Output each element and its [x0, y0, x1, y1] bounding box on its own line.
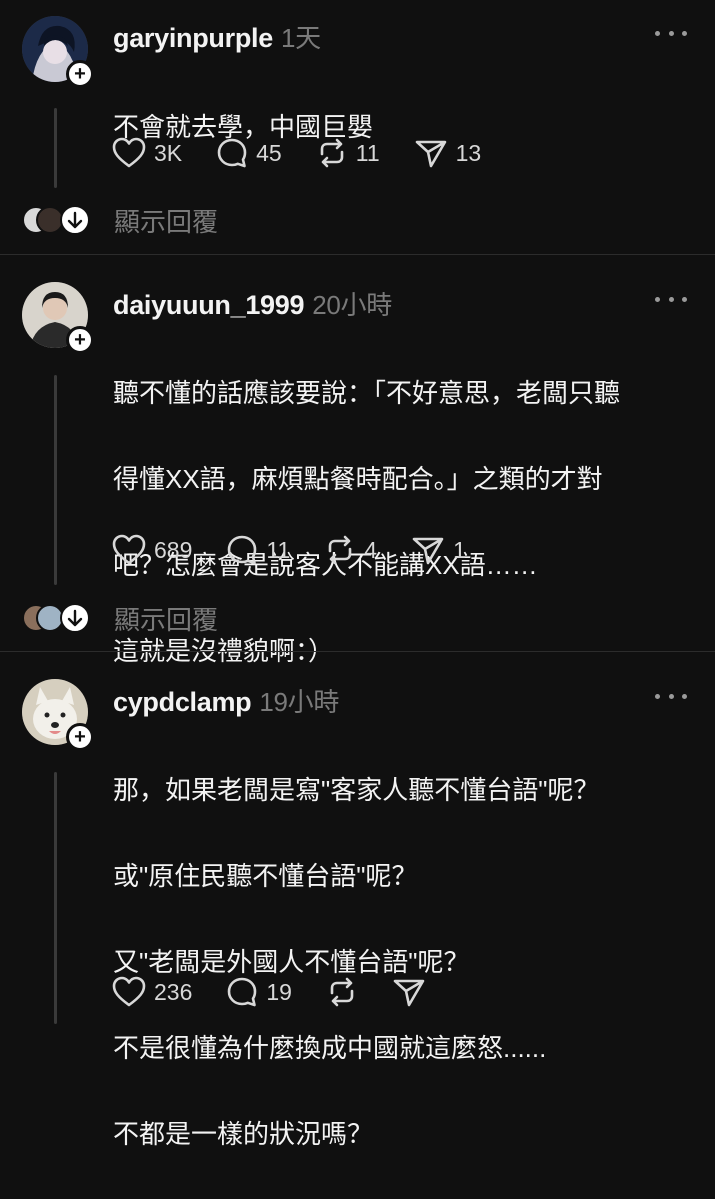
- comment-icon: [228, 535, 257, 565]
- like-count: 689: [154, 536, 193, 563]
- more-dots-icon[interactable]: [655, 294, 687, 304]
- follow-plus-icon[interactable]: +: [66, 60, 94, 88]
- post-time: 20小時: [312, 290, 392, 320]
- send-icon: [412, 537, 444, 565]
- comment-count: 11: [266, 536, 291, 563]
- repost-icon: [320, 138, 344, 168]
- show-replies-row[interactable]: 顯示回覆: [22, 203, 218, 237]
- like-count: 236: [154, 978, 193, 1005]
- show-replies-row[interactable]: 顯示回覆: [22, 601, 218, 635]
- heart-icon: [112, 976, 146, 1007]
- show-replies-link[interactable]: 顯示回覆: [114, 202, 218, 239]
- username[interactable]: garyinpurple 1天: [113, 18, 321, 55]
- comment-button[interactable]: 11: [226, 534, 290, 566]
- follow-plus-icon[interactable]: +: [66, 326, 94, 354]
- like-button[interactable]: 236: [112, 976, 192, 1008]
- text-line: 得懂XX語，麻煩點餐時配合。」之類的才對: [113, 464, 603, 494]
- follow-plus-icon[interactable]: +: [66, 723, 94, 751]
- comment-count: 45: [256, 139, 282, 166]
- send-icon: [415, 140, 446, 168]
- share-count: 1: [453, 536, 466, 563]
- heart-icon: [112, 137, 146, 168]
- post-garyinpurple: + garyinpurple1天 不會就去學，中國巨嬰 3K 45 11 13: [0, 0, 715, 254]
- more-dots-icon[interactable]: [655, 28, 687, 38]
- comment-count: 19: [266, 978, 292, 1005]
- arrow-down-icon: [60, 205, 90, 235]
- heart-icon: [112, 534, 146, 565]
- username[interactable]: daiyuuun_1999 20小時: [113, 285, 392, 322]
- more-dots-icon[interactable]: [655, 691, 687, 701]
- text-line: 那，如果老闆是寫"客家人聽不懂台語"呢？: [113, 775, 600, 805]
- post-time: 19小時: [259, 687, 340, 717]
- thread-line: [54, 375, 57, 585]
- post-text: 不會就去學，中國巨嬰: [113, 63, 698, 192]
- like-button[interactable]: 3K: [112, 137, 182, 169]
- share-button[interactable]: [392, 976, 426, 1008]
- thread-line: [54, 108, 57, 188]
- reply-avatars: [22, 601, 92, 635]
- share-button[interactable]: 13: [414, 137, 482, 169]
- comment-icon: [228, 977, 257, 1007]
- text-line: 或"原住民聽不懂台語"呢？: [113, 861, 418, 891]
- repost-button[interactable]: [326, 976, 358, 1008]
- like-count: 3K: [154, 139, 183, 166]
- reply-avatars: [22, 203, 92, 237]
- repost-count: 11: [355, 139, 380, 166]
- repost-button[interactable]: 11: [316, 137, 380, 169]
- share-count: 13: [455, 139, 482, 166]
- repost-count: 4: [364, 536, 378, 563]
- repost-icon: [328, 535, 352, 565]
- comment-button[interactable]: 45: [216, 137, 282, 169]
- share-button[interactable]: 1: [411, 534, 466, 566]
- repost-button[interactable]: 4: [324, 534, 377, 566]
- post-time: 1天: [280, 23, 321, 53]
- post-actions: 3K 45 11 13: [112, 135, 515, 171]
- post-actions: 236 19: [112, 974, 460, 1010]
- text-line: 不是很懂為什麼換成中國就這麼怒......: [113, 1033, 547, 1063]
- post-text: 那，如果老闆是寫"客家人聽不懂台語"呢？ 或"原住民聽不懂台語"呢？ 又"老闆是…: [113, 726, 698, 1199]
- send-icon: [393, 979, 425, 1007]
- comment-icon: [217, 138, 247, 168]
- username[interactable]: cypdclamp 19小時: [113, 682, 339, 719]
- thread-line: [54, 772, 57, 1024]
- show-replies-link[interactable]: 顯示回覆: [114, 600, 218, 637]
- arrow-down-icon: [60, 603, 90, 633]
- post-actions: 689 11 4 1: [112, 532, 500, 568]
- text-line: 不都是一樣的狀況嗎？: [113, 1119, 374, 1149]
- repost-icon: [330, 977, 354, 1007]
- comment-button[interactable]: 19: [226, 976, 292, 1008]
- like-button[interactable]: 689: [112, 534, 192, 566]
- text-line: 聽不懂的話應該要說：「不好意思，老闆只聽: [113, 378, 621, 408]
- post-cypdclamp: + cypdclamp 19小時 那，如果老闆是寫"客家人聽不懂台語"呢？ 或"原…: [0, 652, 715, 1149]
- post-daiyuuun: + daiyuuun_1999 20小時 聽不懂的話應該要說：「不好意思，老闆只聽…: [0, 255, 715, 666]
